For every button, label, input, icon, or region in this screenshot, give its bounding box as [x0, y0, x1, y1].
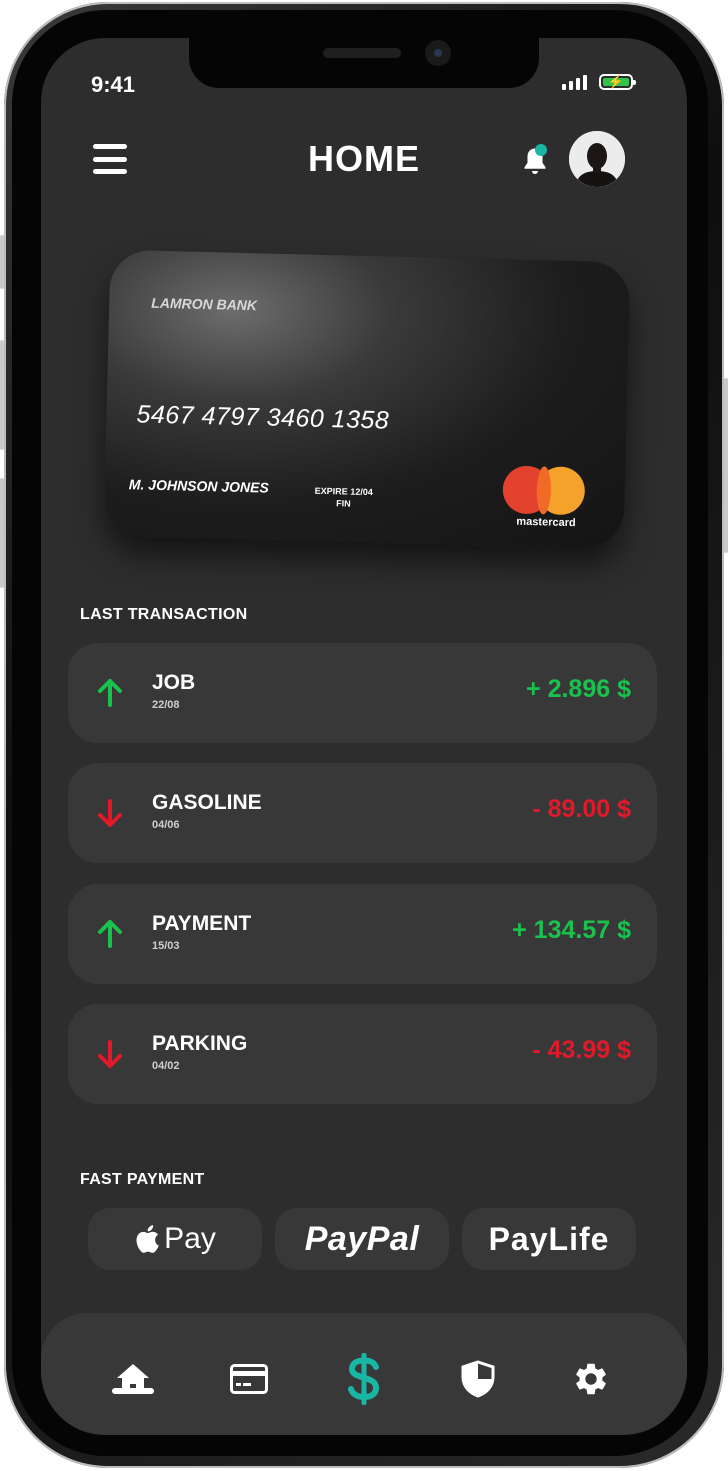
paylife-button[interactable]: PayLife [462, 1208, 636, 1270]
apple-pay-button[interactable]: Pay [88, 1208, 262, 1270]
volume-down-button [0, 478, 4, 588]
tab-security[interactable] [451, 1352, 505, 1406]
card-expire: EXPIRE 12/04 FIN [314, 485, 373, 510]
transaction-row[interactable]: GASOLINE 04/06 - 89.00 $ [68, 763, 657, 863]
arrow-up-icon [98, 920, 122, 948]
paypal-label: PayPal [304, 1219, 420, 1258]
volume-up-button [0, 340, 4, 450]
last-transaction-label: LAST TRANSACTION [80, 606, 248, 623]
camera-icon [425, 40, 451, 66]
arrow-down-icon [98, 799, 122, 827]
avatar[interactable] [569, 131, 625, 187]
transaction-amount: + 134.57 $ [512, 916, 631, 944]
bank-card[interactable]: LAMRON BANK 5467 4797 3460 1358 M. JOHNS… [103, 249, 631, 549]
transaction-date: 04/02 [152, 1060, 180, 1072]
transaction-name: PAYMENT [152, 912, 252, 935]
speaker-grille [323, 48, 401, 58]
mastercard-logo: mastercard [502, 465, 593, 530]
arrow-down-icon [98, 1040, 122, 1068]
notification-badge [535, 144, 547, 156]
transaction-date: 22/08 [152, 699, 180, 711]
power-button [724, 378, 728, 553]
transaction-row[interactable]: PAYMENT 15/03 + 134.57 $ [68, 884, 657, 984]
dollar-icon [348, 1353, 380, 1405]
avatar-image [569, 131, 625, 187]
card-bank-name: LAMRON BANK [151, 294, 258, 314]
charging-bolt-icon: ⚡ [607, 74, 625, 89]
card-icon [230, 1364, 268, 1394]
fast-payment-label: FAST PAYMENT [80, 1171, 205, 1188]
card-brand: mastercard [516, 515, 576, 530]
notch [189, 38, 539, 88]
tab-cards[interactable] [222, 1352, 276, 1406]
expire-value: 12/04 [350, 486, 373, 498]
transaction-name: GASOLINE [152, 791, 262, 814]
apple-icon [136, 1225, 159, 1253]
active-tab-indicator [112, 1388, 154, 1394]
transaction-name: PARKING [152, 1032, 248, 1055]
transaction-amount: - 89.00 $ [532, 795, 631, 823]
transaction-row[interactable]: JOB 22/08 + 2.896 $ [68, 643, 657, 743]
screen: 9:41 ⚡ HOME LAMRON BANK 5467 4797 3460 1… [41, 38, 687, 1435]
shield-icon [461, 1360, 495, 1398]
tab-payments[interactable] [337, 1352, 391, 1406]
transaction-amount: + 2.896 $ [526, 675, 631, 703]
paylife-label: PayLife [488, 1220, 610, 1257]
arrow-up-icon [98, 679, 122, 707]
transaction-name: JOB [152, 671, 196, 694]
expire-label: EXPIRE [314, 485, 348, 497]
paypal-button[interactable]: PayPal [275, 1208, 449, 1270]
card-holder: M. JOHNSON JONES [128, 476, 270, 496]
signal-icon [562, 74, 587, 90]
status-icons: ⚡ [562, 74, 636, 90]
transaction-row[interactable]: PARKING 04/02 - 43.99 $ [68, 1004, 657, 1104]
battery-icon: ⚡ [599, 74, 636, 90]
apple-pay-label: Pay [164, 1222, 216, 1255]
transaction-amount: - 43.99 $ [532, 1036, 631, 1064]
status-time: 9:41 [91, 72, 136, 97]
transaction-date: 04/06 [152, 819, 180, 831]
tab-settings[interactable] [564, 1352, 618, 1406]
tab-home[interactable] [106, 1352, 160, 1406]
gear-icon [576, 1363, 606, 1395]
transaction-date: 15/03 [152, 940, 180, 952]
fin-label: FIN [336, 498, 351, 509]
side-button [0, 235, 4, 289]
card-number: 5467 4797 3460 1358 [136, 400, 390, 435]
